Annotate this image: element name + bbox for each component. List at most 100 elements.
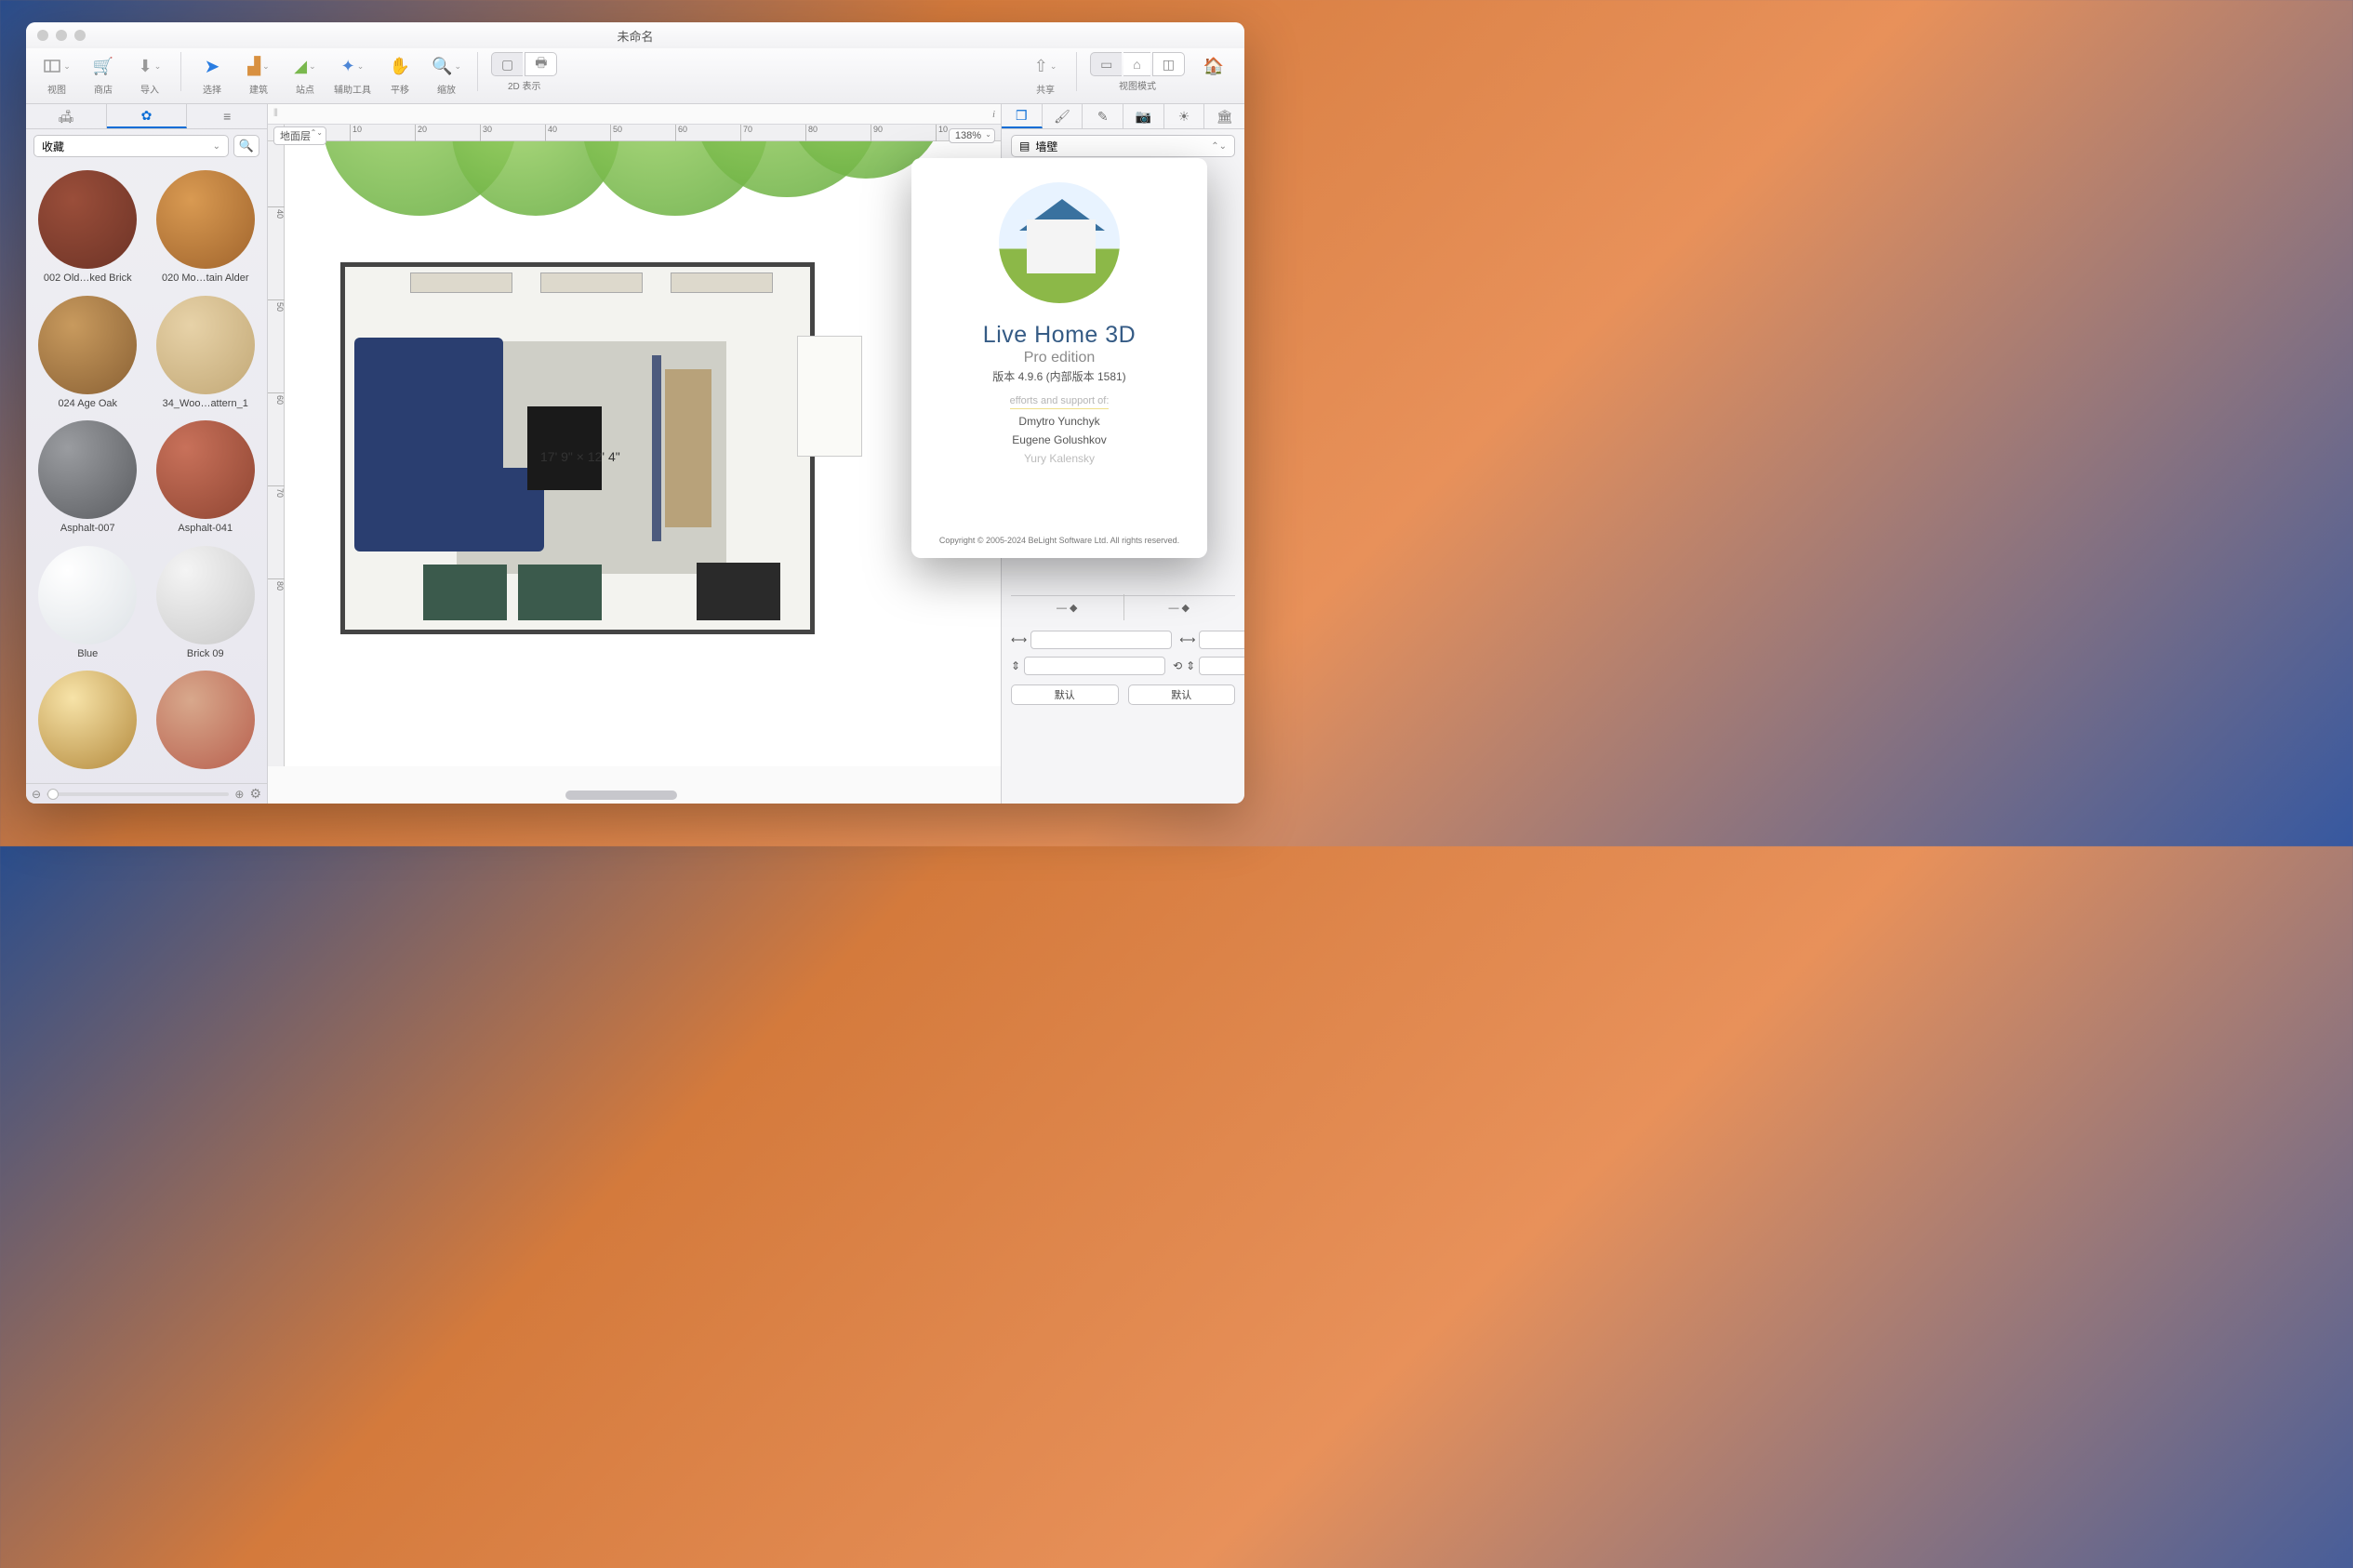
separator [1076, 52, 1077, 91]
mode-2d-icon: ▭ [1100, 57, 1112, 73]
view-button[interactable]: ⌄ [39, 52, 74, 80]
zoom-select[interactable]: 138% [949, 128, 995, 143]
default-button-right[interactable]: 默认 [1128, 684, 1236, 705]
share-label: 共享 [1036, 82, 1055, 96]
chevron-down-icon: ⌄ [63, 61, 71, 72]
search-icon: 🔍 [239, 139, 254, 153]
share-icon: ⇧ [1034, 57, 1048, 76]
canvas-toolbar: ⦀ i [268, 104, 1001, 125]
building-button[interactable]: ▟⌄ [241, 52, 276, 80]
store-button[interactable]: 🛒 [86, 52, 121, 80]
tab-materials[interactable]: ✿ [107, 104, 188, 128]
room-dimension-label: 17' 9" × 12' 4" [540, 449, 620, 464]
width-input-left[interactable] [1030, 631, 1172, 649]
material-item[interactable]: Asphalt-041 [150, 420, 262, 540]
tab-paint[interactable]: 🖌 [1043, 104, 1083, 128]
material-grid: 002 Old…ked Brick 020 Mo…tain Alder 024 … [26, 163, 267, 783]
chevron-down-icon: ⌄ [454, 61, 461, 72]
search-button[interactable]: 🔍 [233, 135, 259, 157]
zoom-in-icon[interactable]: ⊕ [234, 788, 244, 801]
pencil-icon: ✎ [1097, 109, 1109, 125]
tab-object-props[interactable]: ❒ [1002, 104, 1043, 128]
share-button[interactable]: ⇧⌄ [1028, 52, 1063, 80]
material-item[interactable]: 024 Age Oak [32, 296, 144, 416]
material-item[interactable]: Brick 09 [150, 546, 262, 666]
material-item[interactable]: Asphalt-007 [32, 420, 144, 540]
site-button[interactable]: ◢⌄ [287, 52, 323, 80]
2d-plan-button[interactable]: ▢ [491, 52, 523, 76]
material-item[interactable]: Blue [32, 546, 144, 666]
width-input-right[interactable] [1199, 631, 1244, 649]
material-item[interactable] [150, 671, 262, 776]
height-input-left[interactable] [1024, 657, 1165, 675]
about-dialog: Live Home 3D Pro edition 版本 4.9.6 (内部版本 … [911, 158, 1207, 558]
credit-name: Dmytro Yunchyk [1018, 415, 1099, 428]
chevron-updown-icon: ⌃⌄ [1211, 141, 1227, 152]
h-scrollbar[interactable] [565, 791, 677, 800]
import-label: 导入 [140, 82, 159, 96]
camera-icon: 📷 [1136, 109, 1151, 125]
zoom-out-icon[interactable]: ⊖ [32, 788, 41, 801]
material-item[interactable] [32, 671, 144, 776]
plan-icon: ▢ [501, 57, 513, 73]
tab-building-props[interactable]: 🏛 [1204, 104, 1244, 128]
material-swatch [38, 420, 137, 519]
viewmode-2d-button[interactable]: ▭ [1090, 52, 1122, 76]
tab-edit[interactable]: ✎ [1083, 104, 1123, 128]
maximize-dot[interactable] [74, 30, 86, 41]
viewmode-split-button[interactable]: ◫ [1152, 52, 1185, 76]
about-version: 版本 4.9.6 (内部版本 1581) [992, 368, 1125, 384]
separator [180, 52, 181, 91]
minimize-dot[interactable] [56, 30, 67, 41]
tv-stand [665, 369, 711, 527]
list-icon: ≡ [223, 109, 231, 124]
mode-split-icon: ◫ [1163, 57, 1175, 73]
flip-icon: ⟲ [1173, 659, 1182, 672]
height-input-right[interactable] [1199, 657, 1244, 675]
magnifier-plus-icon: 🔍 [432, 57, 452, 76]
import-button[interactable]: ⬇⌄ [132, 52, 167, 80]
floor-select[interactable]: 地面层 [273, 126, 326, 145]
ruler-vertical: 40 50 60 70 80 [268, 141, 285, 766]
close-dot[interactable] [37, 30, 48, 41]
sofa [354, 338, 503, 551]
view-label: 视图 [47, 82, 66, 96]
zoom-slider[interactable] [47, 792, 229, 796]
about-copyright: Copyright © 2005-2024 BeLight Software L… [939, 536, 1179, 551]
desk [697, 563, 780, 620]
wall-type-select[interactable]: ▤ 墙壁 ⌃⌄ [1011, 135, 1235, 157]
house-button[interactable]: 🏠 [1196, 52, 1231, 80]
tab-light[interactable]: ☀ [1164, 104, 1205, 128]
2d-print-button[interactable]: 🖶 [525, 52, 557, 76]
category-select[interactable]: 收藏 ⌄ [33, 135, 229, 157]
chevron-down-icon: ⌄ [1050, 61, 1057, 72]
tools-button[interactable]: ✦⌄ [335, 52, 370, 80]
door-swing [797, 336, 862, 457]
viewmode-3d-button[interactable]: ⌂ [1123, 52, 1150, 76]
site-label: 站点 [296, 82, 314, 96]
tab-camera[interactable]: 📷 [1123, 104, 1164, 128]
material-item[interactable]: 002 Old…ked Brick [32, 170, 144, 290]
represent-label: 2D 表示 [508, 78, 541, 92]
material-item[interactable]: 34_Woo…attern_1 [150, 296, 262, 416]
pan-button[interactable]: ✋ [382, 52, 418, 80]
height-icon: ⇕ [1011, 659, 1020, 672]
dash-icon: — ◆ [1168, 602, 1190, 623]
drawing-canvas[interactable]: 17' 9" × 12' 4" [285, 141, 1001, 766]
titlebar: 未命名 [26, 22, 1244, 48]
material-swatch [156, 170, 255, 269]
tab-list[interactable]: ≡ [187, 104, 267, 128]
gear-icon[interactable]: ⚙ [249, 786, 261, 802]
material-item[interactable]: 020 Mo…tain Alder [150, 170, 262, 290]
default-button-left[interactable]: 默认 [1011, 684, 1119, 705]
select-button[interactable]: ➤ [194, 52, 230, 80]
bookshelf [540, 272, 643, 293]
handle-icon[interactable]: ⦀ [273, 108, 278, 120]
zoom-button[interactable]: 🔍⌄ [429, 52, 464, 80]
info-icon[interactable]: i [992, 109, 995, 120]
material-swatch [38, 296, 137, 394]
house-icon: 🏠 [1203, 57, 1224, 76]
fan-icon: ✿ [141, 108, 153, 124]
tab-furniture[interactable]: 🛋 [26, 104, 107, 128]
credits-heading: efforts and support of: [1010, 395, 1110, 409]
